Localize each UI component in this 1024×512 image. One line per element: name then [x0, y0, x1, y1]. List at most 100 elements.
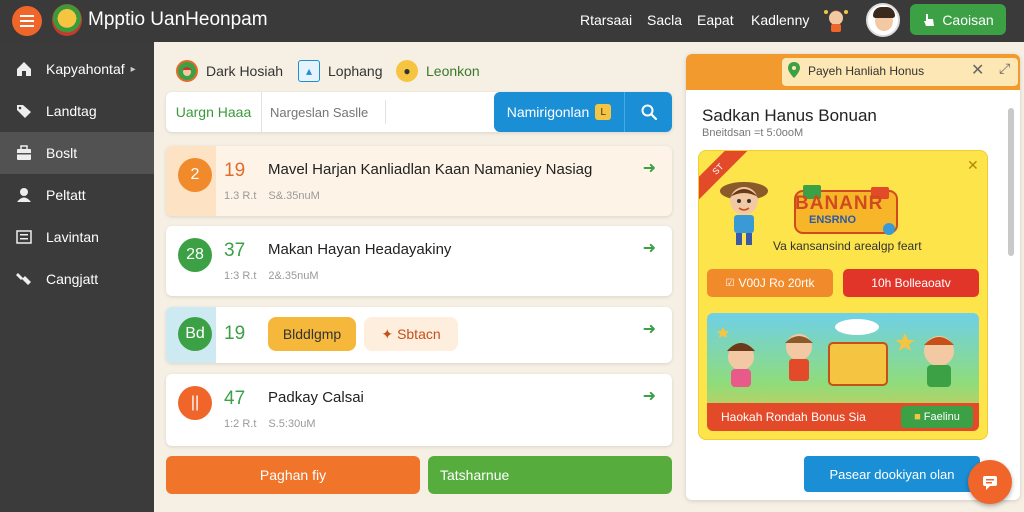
promo-left-button[interactable]: ☑ V00J Ro 20rtk — [707, 269, 833, 297]
floating-action-button[interactable] — [968, 460, 1012, 504]
sidebar-item-label: Landtag — [46, 103, 97, 119]
menu-icon — [20, 20, 34, 22]
list-item[interactable]: Bd 19 Blddlgmp ✦ Sbtacn ➜ — [166, 307, 672, 363]
card-meta: 1:2 R.t S.5:30uM — [224, 418, 316, 430]
bonus-panel: Payeh Hanliah Honus ✕ ⤢ Sadkan Hanus Bon… — [686, 54, 1020, 500]
sparkle-icon: ✦ — [381, 325, 394, 342]
nav-link-2[interactable]: Sacla — [647, 12, 682, 28]
hamburger-menu-button[interactable] — [12, 6, 42, 36]
sidebar-item-landtag[interactable]: Landtag — [0, 90, 154, 132]
sidebar-item-lavintan[interactable]: Lavintan — [0, 216, 154, 258]
promo-tagline: Va kansansind arealgp feart — [773, 239, 922, 253]
filter-lophang[interactable]: ▴ Lophang — [298, 58, 383, 84]
card-number: 19 — [224, 160, 246, 181]
panel-tab-title: Payeh Hanliah Honus — [808, 64, 925, 78]
arrow-right-icon[interactable]: ➜ — [643, 319, 656, 339]
card-number: 47 — [224, 388, 246, 409]
card-title: Makan Hayan Headayakiny — [268, 241, 452, 258]
mascot-icon[interactable] — [822, 6, 850, 34]
scene-text: Haokah Rondah Bonus Sia — [721, 410, 866, 424]
filter-label: Lophang — [328, 63, 383, 79]
arrow-right-icon[interactable]: ➜ — [643, 386, 656, 406]
chevron-right-icon: ▸ — [130, 63, 136, 75]
search-button-badge: L — [595, 104, 612, 120]
folder-icon — [14, 101, 34, 121]
rank-badge: Bd — [178, 317, 212, 351]
filter-label: Dark Hosiah — [206, 63, 284, 79]
user-avatar[interactable] — [866, 3, 900, 37]
tools-icon — [14, 269, 34, 289]
check-icon: ☑ — [725, 277, 735, 289]
search-icon-button[interactable] — [624, 92, 672, 132]
rank-badge: || — [178, 386, 212, 420]
filter-dark-hosiah[interactable]: Dark Hosiah — [176, 58, 283, 84]
sidebar-item-label: Cangjatt — [46, 271, 99, 287]
hand-pointer-icon — [924, 13, 935, 26]
primary-action-button[interactable]: Paghan fiy — [166, 456, 420, 494]
home-icon — [14, 59, 34, 79]
panel-cta-button[interactable]: Pasear dookiyan olan — [804, 456, 980, 492]
briefcase-icon — [14, 143, 34, 163]
card-meta: 1:3 R.t 2&.35nuM — [224, 270, 319, 282]
app-logo[interactable] — [52, 4, 82, 36]
panel-title: Sadkan Hanus Bonuan — [702, 106, 877, 125]
search-input[interactable] — [270, 100, 386, 124]
sidebar-item-label: Lavintan — [46, 229, 99, 245]
sidebar-item-home[interactable]: Kapyahontaf ▸ — [0, 48, 154, 90]
top-cta-button[interactable]: Caoisan — [910, 4, 1006, 35]
user-icon — [14, 185, 34, 205]
list-item[interactable]: || 47 Padkay Calsai 1:2 R.t S.5:30uM ➜ — [166, 374, 672, 446]
location-pin-icon — [788, 62, 800, 78]
sidebar: Kapyahontaf ▸ Landtag Boslt Peltatt Lavi… — [0, 42, 154, 512]
trophy-icon: ■ — [914, 411, 921, 423]
rank-badge: 28 — [178, 238, 212, 272]
list-item[interactable]: 28 37 Makan Hayan Headayakiny 1:3 R.t 2&.… — [166, 226, 672, 296]
arrow-right-icon[interactable]: ➜ — [643, 158, 656, 178]
promo-right-button[interactable]: 10h Bolleaoatv — [843, 269, 979, 297]
promo-scene-banner[interactable]: Haokah Rondah Bonus Sia ■ Faelinu — [707, 313, 979, 431]
image-icon: ▴ — [298, 60, 320, 82]
lock-icon: ● — [396, 60, 418, 82]
card-title: Mavel Harjan Kanliadlan Kaan Namaniey Na… — [268, 161, 593, 178]
list-icon — [14, 227, 34, 247]
list-item[interactable]: 2 19 Mavel Harjan Kanliadlan Kaan Namani… — [166, 146, 672, 216]
search-submit-button[interactable]: Namirigonlan L — [494, 92, 624, 132]
sidebar-item-label: Kapyahontaf — [46, 61, 125, 77]
search-button-label: Namirigonlan — [506, 104, 590, 120]
scrollbar-thumb[interactable] — [1008, 108, 1014, 256]
tag-chip[interactable]: ✦ Sbtacn — [364, 317, 458, 351]
close-icon[interactable]: ✕ — [971, 60, 984, 80]
card-meta: 1.3 R.t S&.35nuM — [224, 190, 320, 202]
top-bar: Mpptio UanHeonpam Rtarsaai Sacla Eapat K… — [0, 0, 1024, 42]
card-number: 19 — [224, 323, 246, 344]
nav-link-4[interactable]: Kadlenny — [751, 12, 809, 28]
sidebar-item-label: Peltatt — [46, 187, 86, 203]
sidebar-item-peltatt[interactable]: Peltatt — [0, 174, 154, 216]
filter-leonkon[interactable]: ● Leonkon — [396, 58, 480, 84]
rank-badge: 2 — [178, 158, 212, 192]
nav-link-1[interactable]: Rtarsaai — [580, 12, 632, 28]
cartoon-kid-icon — [720, 182, 768, 245]
secondary-action-button[interactable]: Tatsharnue — [428, 456, 672, 494]
expand-icon[interactable]: ⤢ — [999, 60, 1010, 77]
chat-icon — [983, 476, 997, 490]
kids-scene-illustration — [717, 319, 954, 387]
sidebar-item-boslt[interactable]: Boslt — [0, 132, 154, 174]
search-category-select[interactable]: Uargn Haaa — [166, 92, 262, 132]
app-title: Mpptio UanHeonpam — [88, 9, 268, 30]
search-icon — [641, 104, 657, 121]
sidebar-item-cangjatt[interactable]: Cangjatt — [0, 258, 154, 300]
card-title: Padkay Calsai — [268, 389, 364, 406]
card-number: 37 — [224, 240, 246, 261]
promo-card[interactable]: ST ✕ BANANR ENSRNO Va kansansind arealgp… — [698, 150, 988, 440]
promo-logo-subtext: ENSRNO — [809, 214, 857, 226]
arrow-right-icon[interactable]: ➜ — [643, 238, 656, 258]
scene-button[interactable]: ■ Faelinu — [901, 406, 973, 428]
top-cta-label: Caoisan — [942, 11, 994, 28]
filter-label: Leonkon — [426, 63, 480, 79]
sidebar-item-label: Boslt — [46, 145, 78, 161]
tag-chip[interactable]: Blddlgmp — [268, 317, 356, 351]
close-icon[interactable]: ✕ — [967, 157, 979, 174]
promo-logo-text: BANANR — [795, 193, 884, 214]
nav-link-3[interactable]: Eapat — [697, 12, 734, 28]
